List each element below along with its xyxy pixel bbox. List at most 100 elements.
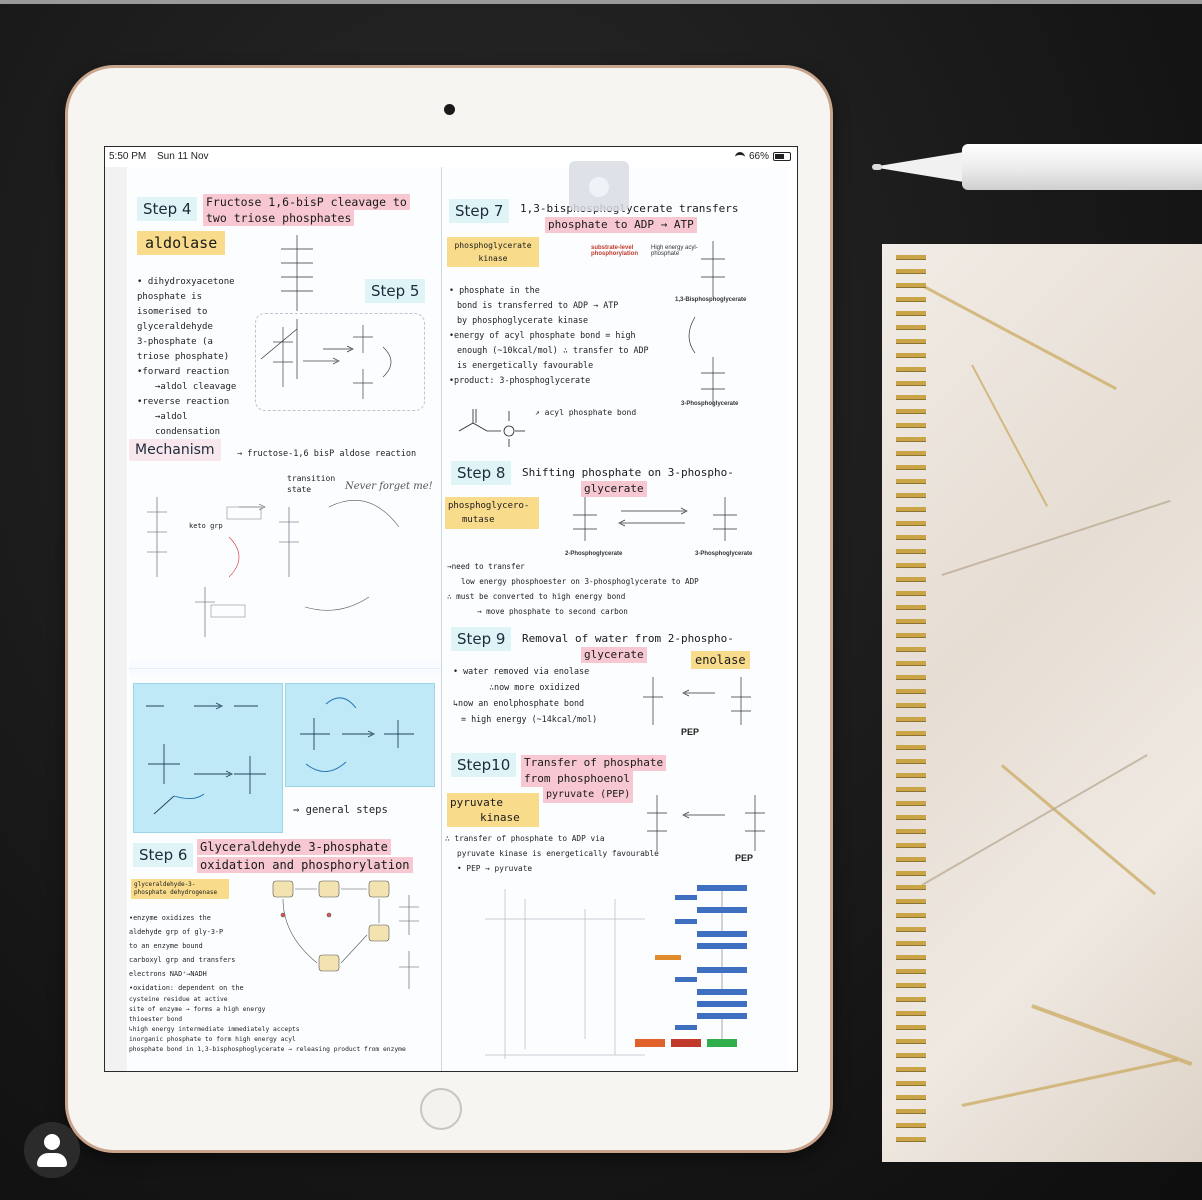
battery-icon	[773, 152, 791, 161]
step8-note-2: ∴ must be converted to high energy bond	[447, 592, 626, 601]
step6-note-5: •oxidation: dependent on the	[129, 984, 244, 992]
step9-note-1: ∴now more oxidized	[489, 682, 580, 692]
step9-title-line1: Removal of water from 2-phospho-	[522, 632, 734, 645]
mechanism-subtitle: → fructose-1,6 bisP aldose reaction	[237, 449, 417, 459]
step7-title-line2: phosphate to ADP → ATP	[545, 217, 697, 233]
step7-enzyme-line2: kinase	[478, 254, 508, 263]
step4-note-8: •reverse reaction	[137, 397, 230, 407]
step8-enzyme: phosphoglycero- mutase	[445, 497, 539, 529]
enamine-diagram	[300, 697, 414, 772]
step10-enzyme-line2: kinase	[480, 811, 520, 824]
step6-notes: •enzyme oxidizes the aldehyde grp of gly…	[129, 911, 259, 995]
pencil-cone	[872, 152, 964, 182]
acyl-phosphate-note: ↗ acyl phosphate bond	[535, 408, 637, 417]
aldolase-mechanism-diagram	[147, 497, 400, 637]
step10-note-1: pyruvate kinase is energetically favoura…	[457, 849, 659, 858]
step6-notes-lower: cysteine residue at active site of enzym…	[129, 995, 441, 1055]
step4-note-6: •forward reaction	[137, 367, 230, 377]
gold-vein	[961, 1058, 1178, 1107]
step9-note-2: ↳now an enolphosphate bond	[453, 698, 585, 708]
step10-notes: ∴ transfer of phosphate to ADP via pyruv…	[445, 831, 705, 876]
step6-note-11: phosphate bond in 1,3-bisphosphoglycerat…	[129, 1046, 406, 1053]
profile-avatar[interactable]	[24, 1122, 80, 1178]
gold-vein	[1001, 764, 1157, 896]
step8-right-compound: 3-Phosphoglycerate	[695, 551, 753, 557]
step6-note-6: cysteine residue at active	[129, 996, 228, 1003]
step8-enzyme-line2: mutase	[462, 515, 495, 525]
step7-label: Step 7	[449, 199, 510, 223]
step7-compound-bottom: 3-Phosphoglycerate	[681, 401, 739, 407]
step10-title-line3: pyruvate (PEP)	[543, 787, 634, 803]
step8-reaction-structures	[573, 497, 737, 541]
step8-left-compound: 2-Phosphoglycerate	[565, 551, 623, 557]
step6-note-1: aldehyde grp of gly-3-P	[129, 928, 224, 936]
grey-vein	[941, 499, 1171, 576]
step4-note-7: →aldol cleavage	[155, 382, 237, 392]
step9-enzyme: enolase	[691, 651, 750, 669]
step7-note-0: • phosphate in the	[449, 285, 540, 295]
acyl-phosphate-structure	[458, 409, 525, 447]
step6-title-line2: oxidation and phosphorylation	[197, 857, 413, 873]
step6-note-8: thioester bond	[129, 1016, 183, 1023]
status-bar: 5:50 PM Sun 11 Nov 66%	[105, 147, 797, 167]
step7-compound-structures	[688, 241, 725, 405]
glycolysis-overview-diagram	[485, 885, 747, 1059]
step8-note-3: → move phosphate to second carbon	[477, 607, 628, 616]
step9-label: Step 9	[451, 627, 512, 651]
step6-note-7: site of enzyme → forms a high energy	[129, 1006, 266, 1013]
step8-label: Step 8	[451, 461, 512, 485]
notebook-spiral-binding	[896, 250, 926, 1150]
step9-note-0: • water removed via enolase	[453, 666, 590, 676]
step6-note-2: to an enzyme bound	[129, 942, 203, 950]
step7-note-6: •product: 3-phosphoglycerate	[449, 375, 591, 385]
schiff-base-caption	[129, 661, 441, 675]
status-indicators: 66%	[734, 151, 791, 162]
home-button[interactable]	[420, 1088, 462, 1130]
app-drag-handle[interactable]	[569, 161, 629, 211]
step6-title-line1: Glyceraldehyde 3-phosphate	[197, 839, 391, 855]
pencil-body	[962, 144, 1202, 190]
schiff-base-card	[133, 683, 283, 833]
step7-note-1: bond is transferred to ADP → ATP	[457, 300, 619, 310]
step4-note-3: glyceraldehyde	[137, 322, 213, 332]
enamine-card	[285, 683, 435, 787]
app-sidebar-strip	[105, 167, 127, 1071]
step8-enzyme-line1: phosphoglycero-	[448, 501, 530, 511]
ipad-screen: 5:50 PM Sun 11 Nov 66% Step 4 Fructose 1…	[104, 146, 798, 1072]
gapdh-mechanism-diagram	[272, 880, 419, 989]
front-camera	[444, 104, 455, 115]
step8-note-0: →need to transfer	[447, 562, 525, 571]
schiff-base-diagram	[146, 702, 266, 815]
step8-notes: →need to transfer low energy phosphoeste…	[447, 559, 787, 619]
right-column: Step 7 1,3-bisphosphoglycerate transfers…	[445, 167, 789, 1071]
step10-note-0: ∴ transfer of phosphate to ADP via	[445, 834, 605, 843]
wifi-icon	[734, 151, 745, 162]
step10-title-line1: Transfer of phosphate	[521, 755, 667, 771]
step6-note-0: •enzyme oxidizes the	[129, 914, 211, 922]
step4-note-9: →aldol condensation	[155, 412, 221, 437]
step10-enzyme: pyruvate kinase	[447, 793, 539, 827]
step4-title-line2: two triose phosphates	[203, 210, 355, 226]
step7-enzyme-line1: phosphoglycerate	[454, 241, 532, 250]
step6-note-3: carboxyl grp and transfers	[129, 956, 236, 964]
step10-pep: PEP	[735, 853, 754, 863]
step4-notes: • dihydroxyacetone phosphate is isomeris…	[137, 275, 257, 440]
step7-notes: • phosphate in the bond is transferred t…	[449, 283, 679, 388]
step7-substrate-level: substrate-level phosphorylation	[591, 245, 638, 257]
step10-title-line2: from phosphoenol	[521, 771, 633, 787]
step6-note-9: ↳high energy intermediate immediately ac…	[129, 1026, 300, 1033]
step7-title-line1: 1,3-bisphosphoglycerate transfers	[520, 202, 739, 215]
grey-vein	[921, 754, 1148, 886]
marble-notebook	[882, 244, 1202, 1162]
step4-note-2: isomerised to	[137, 307, 208, 317]
step6-note-10: inorganic phosphate to form high energy …	[129, 1036, 296, 1043]
step9-pep: PEP	[681, 727, 700, 737]
left-column: Step 4 Fructose 1,6-bisP cleavage to two…	[129, 167, 441, 1071]
gold-vein	[971, 364, 1048, 507]
notes-page[interactable]: Step 4 Fructose 1,6-bisP cleavage to two…	[129, 167, 789, 1071]
step4-note-4: 3-phosphate (a	[137, 337, 213, 347]
step4-note-5: triose phosphate)	[137, 352, 230, 362]
step8-note-1: low energy phosphoester on 3-phosphoglyc…	[461, 577, 699, 586]
step9-notes: • water removed via enolase ∴now more ox…	[453, 663, 653, 727]
gold-vein	[1031, 1004, 1193, 1067]
